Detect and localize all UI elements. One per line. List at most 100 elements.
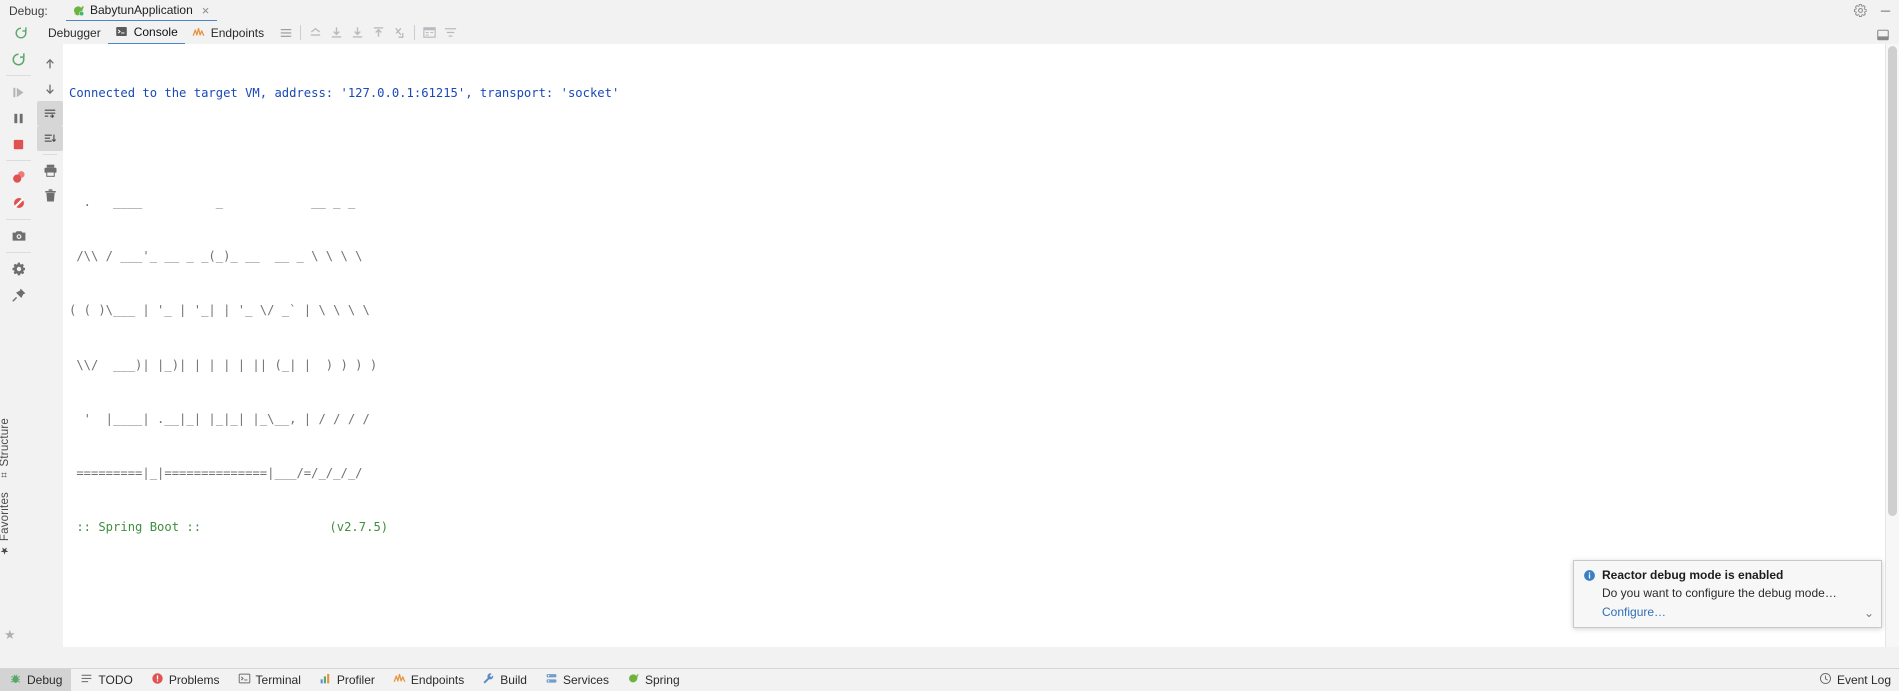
screenshot-icon[interactable]: [0, 223, 37, 249]
status-label-terminal: Terminal: [255, 673, 301, 687]
resume-program-icon[interactable]: [0, 79, 37, 105]
endpoints-icon: [192, 26, 206, 40]
banner-line-3: \\/ ___)| |_)| | | | | || (_| | ) ) ) ): [69, 357, 378, 372]
profiler-icon: [319, 672, 332, 688]
print-icon[interactable]: [37, 158, 63, 183]
event-log-label: Event Log: [1836, 673, 1891, 687]
rerun-icon[interactable]: [10, 22, 31, 43]
close-tab-icon[interactable]: ×: [202, 4, 210, 17]
debug-actions-rail: [0, 44, 38, 647]
stop-program-icon[interactable]: [0, 131, 37, 157]
spring-boot-icon: [72, 4, 85, 17]
rail-divider-2: [6, 160, 31, 161]
banner-line-1: /\\ / ___'_ __ _ _(_)_ __ __ _ \ \ \ \: [69, 249, 363, 264]
endpoints-icon: [393, 672, 406, 688]
pin-tab-icon[interactable]: [0, 282, 37, 308]
settings-filter-icon[interactable]: [440, 22, 461, 43]
rail-divider-3: [6, 219, 31, 220]
clear-all-icon[interactable]: [37, 183, 63, 208]
debug-icon: [9, 672, 22, 688]
status-item-spring[interactable]: Spring: [618, 669, 689, 691]
console-icon: [115, 25, 129, 39]
notification-configure-link[interactable]: Configure…: [1602, 605, 1873, 619]
pause-program-icon[interactable]: [0, 105, 37, 131]
notification-title: Reactor debug mode is enabled: [1602, 568, 1784, 582]
toolbar-right-actions: [1872, 24, 1893, 45]
status-label-build: Build: [500, 673, 527, 687]
status-item-profiler[interactable]: Profiler: [310, 669, 384, 691]
run-configuration-tab[interactable]: BabytunApplication ×: [66, 0, 218, 22]
structure-icon: ⌗: [0, 466, 10, 480]
scrollbar-thumb[interactable]: [1888, 46, 1897, 516]
rail-divider-4: [6, 252, 31, 253]
structure-label: Structure: [0, 418, 11, 467]
status-label-problems: Problems: [168, 673, 220, 687]
scroll-to-end-icon[interactable]: [37, 126, 63, 151]
tab-debugger[interactable]: Debugger: [41, 21, 108, 44]
status-item-debug[interactable]: Debug: [0, 669, 72, 691]
sidebar-item-structure[interactable]: ⌗ Structure: [0, 418, 11, 480]
notification-balloon[interactable]: Reactor debug mode is enabled Do you wan…: [1573, 560, 1882, 628]
step-into-icon[interactable]: [347, 22, 368, 43]
status-item-build[interactable]: Build: [473, 669, 536, 691]
layout-menu-icon[interactable]: [275, 22, 296, 43]
favorites-icon: ★: [0, 541, 10, 556]
debug-toolbar: Debugger Console Endpoints: [0, 21, 1899, 45]
notification-body: Do you want to configure the debug mode…: [1602, 586, 1837, 600]
favorites-label: Favorites: [0, 492, 11, 542]
console-vertical-scrollbar[interactable]: [1885, 44, 1899, 647]
status-item-event-log[interactable]: Event Log: [1819, 669, 1891, 691]
tab-console[interactable]: Console: [107, 20, 185, 45]
debug-label: Debug:: [9, 4, 48, 18]
status-item-todo[interactable]: TODO: [71, 669, 141, 691]
console-tab-label: Console: [133, 24, 178, 39]
soft-wrap-icon[interactable]: [37, 101, 63, 126]
force-step-into-icon[interactable]: [389, 22, 410, 43]
hide-window-icon[interactable]: [1872, 24, 1893, 45]
balloon-gear-icon[interactable]: ⌄: [1864, 606, 1874, 620]
status-label-todo: TODO: [98, 673, 133, 687]
gear-icon[interactable]: [1853, 3, 1868, 18]
info-icon: [1583, 569, 1596, 582]
build-icon: [482, 672, 495, 688]
spring-boot-version-value: (v2.7.5): [329, 520, 389, 535]
scroll-down-icon[interactable]: [37, 76, 63, 101]
notification-title-row: Reactor debug mode is enabled: [1583, 568, 1873, 582]
spring-boot-version-label: :: Spring Boot ::: [69, 520, 209, 535]
problems-icon: [151, 672, 164, 688]
evaluate-expression-icon[interactable]: [419, 22, 440, 43]
banner-line-5: =========|_|==============|___/=/_/_/_/: [69, 466, 363, 481]
step-over-icon[interactable]: [326, 22, 347, 43]
status-bar: Debug TODO Problems Terminal Profiler En…: [0, 668, 1899, 691]
sidebar-item-favorites[interactable]: ★ Favorites: [0, 492, 11, 555]
status-item-endpoints[interactable]: Endpoints: [384, 669, 473, 691]
status-item-problems[interactable]: Problems: [142, 669, 229, 691]
banner-line-0: . ____ _ __ _ _: [69, 194, 356, 209]
run-tab-label: BabytunApplication: [90, 3, 193, 17]
status-item-terminal[interactable]: Terminal: [229, 669, 310, 691]
rail2-divider-1: [43, 154, 57, 155]
debug-tool-window: Debug: BabytunApplication × Debugger Con…: [0, 0, 1899, 691]
tab-endpoints[interactable]: Endpoints: [185, 21, 271, 44]
console-text: Connected to the target VM, address: '12…: [63, 44, 1885, 647]
endpoints-tab-label: Endpoints: [210, 25, 265, 40]
rail-divider-1: [6, 75, 31, 76]
bookmark-star-icon[interactable]: ★: [4, 627, 16, 643]
status-label-profiler: Profiler: [336, 673, 375, 687]
step-out-icon[interactable]: [368, 22, 389, 43]
title-bar: Debug: BabytunApplication ×: [0, 0, 1899, 22]
title-bar-actions: [1853, 3, 1893, 18]
mute-breakpoints-icon[interactable]: [0, 190, 37, 216]
rerun-debug-icon[interactable]: [0, 46, 37, 72]
minimize-icon[interactable]: [1878, 3, 1893, 18]
status-label-spring: Spring: [644, 673, 680, 687]
event-log-icon: [1819, 672, 1832, 688]
view-breakpoints-icon[interactable]: [0, 164, 37, 190]
scroll-up-icon[interactable]: [37, 51, 63, 76]
settings-icon[interactable]: [0, 256, 37, 282]
show-execution-point-icon[interactable]: [305, 22, 326, 43]
console-output[interactable]: Connected to the target VM, address: '12…: [63, 44, 1885, 647]
terminal-icon: [238, 672, 251, 688]
status-item-services[interactable]: Services: [536, 669, 618, 691]
console-connect-line: Connected to the target VM, address: '12…: [69, 86, 620, 101]
